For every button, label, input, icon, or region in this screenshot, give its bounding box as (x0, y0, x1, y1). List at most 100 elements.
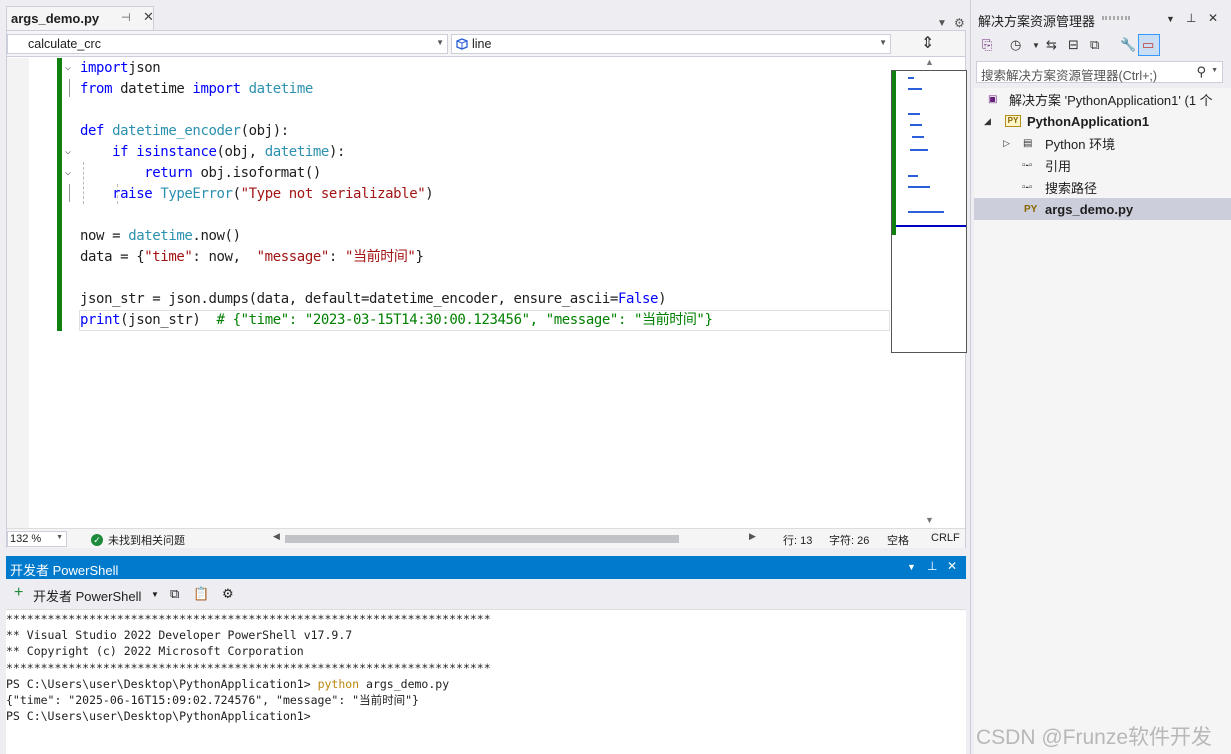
code-token: # {"time": "2023-03-15T14:30:00.123456",… (216, 312, 713, 328)
tab-args-demo[interactable]: args_demo.py ⊣ ✕ (6, 6, 154, 30)
pin-icon[interactable]: ⊥ (1186, 11, 1196, 25)
scroll-down-icon[interactable]: ▼ (925, 515, 934, 525)
code-token: (json_str) (120, 312, 217, 328)
close-icon[interactable]: ✕ (947, 559, 957, 573)
code-text-area[interactable]: ⌵ ⌵ ⌵ importjson from datetime import dat… (29, 58, 891, 528)
code-line[interactable]: importjson (80, 58, 161, 79)
chevron-down-icon[interactable]: ▼ (1032, 41, 1040, 50)
tree-item-label: Python 环境 (1045, 136, 1116, 152)
switch-views-icon[interactable]: ⎘ (982, 37, 992, 53)
code-token: def (80, 123, 105, 139)
paste-icon[interactable]: 📋 (193, 586, 209, 602)
scroll-up-icon[interactable]: ▲ (925, 57, 934, 67)
solution-search-input[interactable]: 搜索解决方案资源管理器(Ctrl+;) ⚲ ▼ (976, 61, 1223, 83)
python-file-icon: PY (1024, 203, 1038, 215)
code-line[interactable]: data = {"time": now, "message": "当前时间"} (80, 247, 424, 268)
collapse-icon[interactable]: ▷ (1003, 138, 1010, 149)
new-terminal-icon[interactable]: + (14, 584, 23, 602)
fold-toggle-icon[interactable]: ⌵ (65, 167, 71, 178)
code-token: TypeError (160, 186, 233, 202)
pin-icon[interactable]: ⊣ (121, 11, 131, 24)
drag-handle[interactable] (1102, 16, 1130, 20)
properties-icon[interactable]: 🔧 (1120, 37, 1136, 53)
code-line[interactable]: return obj.isoformat() (80, 163, 321, 184)
check-circle-icon: ✓ (91, 534, 103, 546)
code-token: } (415, 249, 424, 265)
code-line[interactable]: if isinstance(obj, datetime): (80, 142, 345, 163)
code-token: : now, (192, 249, 257, 265)
terminal-profile-button[interactable]: 开发者 PowerShell (33, 586, 141, 605)
horizontal-scrollbar-thumb[interactable] (285, 535, 679, 543)
char-indicator[interactable]: 字符: 26 (829, 532, 869, 548)
reference-icon: ▫-▫ (1022, 159, 1033, 171)
collapse-all-icon[interactable]: ⊟ (1068, 37, 1079, 53)
chevron-down-icon[interactable]: ▼ (907, 562, 916, 572)
pending-changes-icon[interactable]: ◷ (1010, 37, 1021, 53)
show-all-files-icon[interactable]: ⧉ (1090, 37, 1099, 53)
tree-item-search-paths[interactable]: ▫-▫ 搜索路径 (974, 176, 1231, 198)
member-combo-label: calculate_crc (28, 37, 101, 51)
fold-toggle-icon[interactable]: ⌵ (65, 146, 71, 157)
code-line[interactable]: raise TypeError("Type not serializable") (80, 184, 434, 205)
change-tracking-bar (57, 58, 62, 331)
zoom-combo[interactable]: 132 % ▼ (7, 531, 67, 547)
code-line[interactable]: now = datetime.now() (80, 226, 241, 247)
tree-item-args-demo[interactable]: PY args_demo.py (974, 198, 1231, 220)
terminal-line: ****************************************… (6, 612, 491, 626)
spacing-indicator[interactable]: 空格 (887, 532, 909, 548)
chevron-down-icon[interactable]: ▼ (1166, 14, 1175, 24)
scroll-left-icon[interactable]: ◀ (273, 531, 280, 542)
gear-icon[interactable]: ⚙ (954, 16, 965, 30)
chevron-down-icon[interactable]: ▼ (1211, 67, 1218, 74)
chevron-down-icon[interactable]: ▼ (151, 590, 159, 599)
code-line[interactable]: json_str = json.dumps(data, default=date… (80, 289, 667, 310)
scroll-right-icon[interactable]: ▶ (749, 531, 756, 542)
terminal-output[interactable]: ****************************************… (6, 610, 966, 754)
close-icon[interactable]: ✕ (143, 9, 154, 25)
sync-icon[interactable]: ⇆ (1046, 37, 1057, 53)
tree-item-solution[interactable]: ▣ 解决方案 'PythonApplication1' (1 个 (974, 88, 1231, 110)
fold-toggle-icon[interactable]: ⌵ (65, 62, 71, 73)
search-icon[interactable]: ⚲ (1196, 64, 1206, 80)
code-line[interactable]: from datetime import datetime (80, 79, 313, 100)
member-combo[interactable]: calculate_crc ▼ (7, 34, 448, 54)
code-token: : (328, 249, 345, 265)
code-token: "message" (256, 249, 330, 265)
preview-icon: ▭ (1142, 37, 1155, 52)
tab-dropdown-icon[interactable]: ▼ (937, 18, 947, 29)
solution-tree: ▣ 解决方案 'PythonApplication1' (1 个 ◢ PY Py… (974, 88, 1231, 754)
search-placeholder: 搜索解决方案资源管理器(Ctrl+;) (981, 69, 1158, 83)
code-token: (obj): (240, 123, 290, 139)
tree-item-project[interactable]: ◢ PY PythonApplication1 (974, 110, 1231, 132)
code-token: "当前时间" (344, 249, 416, 265)
tree-item-environments[interactable]: ▷ ▤ Python 环境 (974, 132, 1231, 154)
code-line[interactable]: print(json_str) # {"time": "2023-03-15T1… (80, 310, 713, 331)
expand-icon[interactable]: ◢ (984, 116, 991, 127)
terminal-argument: args_demo.py (359, 676, 450, 691)
scrollbar-minimap[interactable] (891, 70, 967, 353)
split-editor-icon[interactable]: ⇕ (921, 33, 934, 53)
eol-indicator[interactable]: CRLF (931, 532, 960, 544)
line-combo-label: line (472, 37, 492, 51)
tree-item-references[interactable]: ▫-▫ 引用 (974, 154, 1231, 176)
close-icon[interactable]: ✕ (1208, 11, 1218, 25)
environment-icon: ▤ (1023, 137, 1033, 149)
code-line[interactable]: def datetime_encoder(obj): (80, 121, 289, 142)
code-token: return (144, 165, 193, 181)
tree-item-label: args_demo.py (1045, 201, 1134, 217)
minimap-line (910, 124, 922, 126)
code-token: ( (232, 186, 241, 202)
solution-explorer-titlebar: 解决方案资源管理器 ▼ ⊥ ✕ (974, 8, 1231, 30)
issues-indicator[interactable]: ✓ 未找到相关问题 (91, 532, 185, 548)
pin-icon[interactable]: ⊥ (927, 559, 937, 573)
code-token: data = { (80, 249, 145, 265)
copy-icon[interactable]: ⧉ (170, 586, 179, 602)
line-indicator[interactable]: 行: 13 (783, 532, 812, 548)
settings-icon[interactable]: ⚙ (222, 586, 234, 602)
code-token: datetime (112, 81, 193, 97)
code-token: datetime_encoder (112, 123, 241, 139)
terminal-line: ****************************************… (6, 660, 491, 675)
line-combo[interactable]: line ▼ (451, 34, 891, 54)
outline-guide (69, 184, 70, 202)
